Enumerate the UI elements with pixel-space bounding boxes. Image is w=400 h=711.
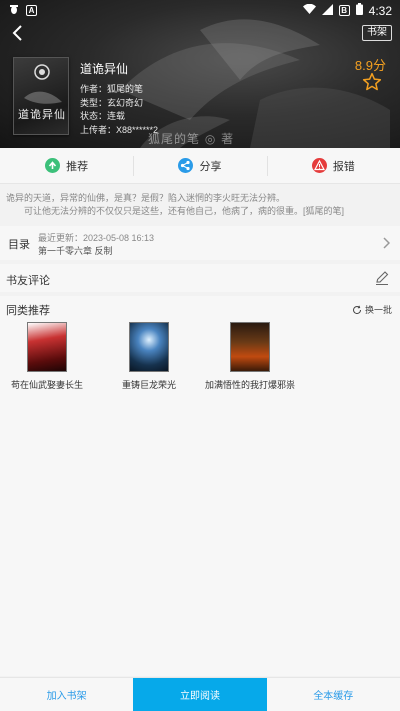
back-button[interactable] bbox=[8, 22, 28, 44]
book-cover: 道诡异仙 bbox=[13, 57, 69, 135]
book-cover-thumb bbox=[230, 322, 270, 372]
signal-icon bbox=[321, 3, 333, 18]
similar-book-1[interactable]: 苟在仙武娶妻长生 bbox=[2, 322, 92, 391]
status-bar: A B 4:32 bbox=[0, 0, 400, 20]
refresh-icon bbox=[353, 305, 361, 314]
report-button[interactable]: 报错 bbox=[266, 148, 400, 183]
reviews-label: 书友评论 bbox=[6, 275, 50, 287]
star-icon[interactable] bbox=[362, 72, 382, 92]
book-header: A B 4:32 书架 道诡异仙 道诡异仙 作者：狐尾的笔 类型：玄幻奇幻 状态… bbox=[0, 0, 400, 148]
book-title: 道诡异仙 bbox=[80, 62, 129, 76]
similar-book-name: 重铸巨龙荣光 bbox=[121, 380, 176, 390]
book-status: 状态：连载 bbox=[80, 111, 126, 121]
refresh-button[interactable]: 换一批 bbox=[352, 303, 392, 316]
similar-book-name: 苟在仙武娶妻长生 bbox=[10, 380, 83, 390]
bottom-action-bar: 加入书架 立即阅读 全本缓存 bbox=[0, 677, 400, 711]
cache-all-button[interactable]: 全本缓存 bbox=[267, 678, 400, 711]
last-updated: 最近更新：2023-05-08 16:13 bbox=[38, 233, 155, 243]
reviews-row[interactable]: 书友评论 bbox=[0, 264, 400, 292]
toc-row[interactable]: 目录 最近更新：2023-05-08 16:13 第一千零六章 反制 bbox=[0, 226, 400, 260]
book-genre: 类型：玄幻奇幻 bbox=[80, 97, 144, 108]
action-bar: 推荐 分享 报错 bbox=[0, 148, 400, 184]
cover-title: 道诡异仙 bbox=[18, 108, 66, 121]
similar-book-name: 加满悟性的我打爆邪祟 bbox=[205, 380, 296, 390]
similar-book-3[interactable]: 加满悟性的我打爆邪祟 bbox=[205, 322, 295, 391]
similar-books: 同类推荐 换一批 苟在仙武娶妻长生 重铸巨龙荣光 加满悟性的我打爆邪祟 bbox=[0, 296, 400, 676]
book-cover-thumb bbox=[27, 322, 67, 372]
similar-book-2[interactable]: 重铸巨龙荣光 bbox=[104, 322, 194, 391]
b-icon: B bbox=[338, 5, 350, 16]
bug-icon bbox=[8, 3, 20, 18]
book-author: 作者：狐尾的笔 bbox=[80, 84, 144, 94]
status-time: 4:32 bbox=[368, 3, 392, 18]
share-label: 分享 bbox=[199, 160, 222, 173]
read-now-button[interactable]: 立即阅读 bbox=[133, 678, 267, 711]
warning-icon bbox=[311, 158, 327, 173]
latest-chapter: 第一千零六章 反制 bbox=[38, 246, 113, 256]
book-info: 道诡异仙 作者：狐尾的笔 类型：玄幻奇幻 状态：连载 上传者：X88******… bbox=[80, 60, 158, 137]
cover-watermark: 狐尾的笔 ◎ 著 bbox=[148, 132, 235, 146]
report-label: 报错 bbox=[332, 160, 355, 173]
share-button[interactable]: 分享 bbox=[133, 148, 266, 183]
wifi-icon bbox=[302, 3, 316, 18]
share-icon bbox=[178, 158, 194, 173]
book-cover-thumb bbox=[129, 322, 169, 372]
chevron-right-icon bbox=[383, 237, 390, 249]
book-uploader: 上传者：X88******2 bbox=[80, 124, 159, 135]
book-description: 诡异的天道，异常的仙佛，是真？是假？陷入迷惘的李火旺无法分辨。 可让他无法分辨的… bbox=[0, 186, 400, 224]
recommend-label: 推荐 bbox=[66, 160, 89, 173]
add-to-shelf-button[interactable]: 加入书架 bbox=[0, 678, 133, 711]
recommend-button[interactable]: 推荐 bbox=[0, 148, 133, 183]
thumb-up-icon bbox=[45, 158, 61, 173]
battery-icon bbox=[355, 3, 363, 18]
toc-label: 目录 bbox=[8, 239, 30, 251]
a-icon: A bbox=[26, 5, 37, 16]
edit-pen-icon[interactable] bbox=[374, 270, 390, 286]
refresh-label: 换一批 bbox=[364, 305, 392, 315]
similar-label: 同类推荐 bbox=[6, 305, 50, 317]
bookshelf-button[interactable]: 书架 bbox=[362, 25, 392, 41]
